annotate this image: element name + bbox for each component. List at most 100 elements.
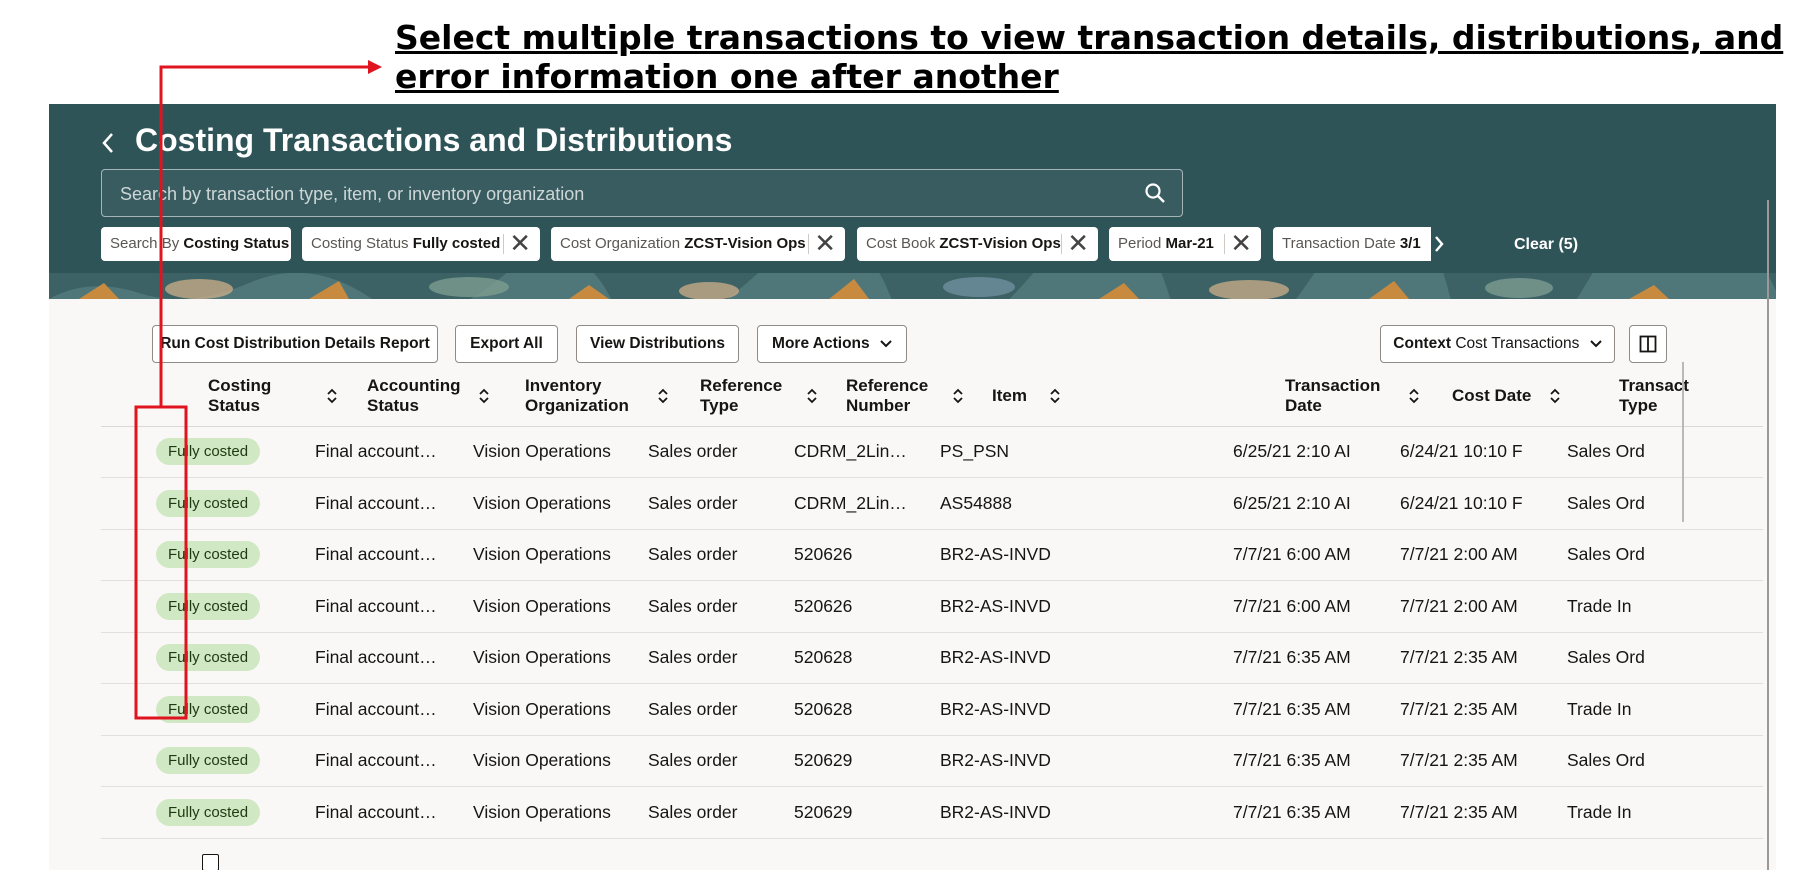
table-row[interactable]: Fully costed Final account… Vision Operati… xyxy=(101,581,1763,633)
table-row[interactable]: Fully costed Final account… Vision Operati… xyxy=(101,529,1763,581)
chip-separator xyxy=(1224,234,1225,254)
column-header[interactable]: Inventory Organization xyxy=(525,376,629,416)
search-icon[interactable] xyxy=(1144,182,1166,204)
status-badge: Fully costed xyxy=(156,489,261,517)
table-row[interactable]: Fully costed Final account… Vision Operati… xyxy=(101,478,1763,530)
table-header: Costing Status Accounting Status Inventory Or… xyxy=(101,366,1763,427)
column-header-line: Status xyxy=(367,396,419,415)
annotation-arrowhead xyxy=(368,60,382,74)
chip-separator xyxy=(1061,234,1062,254)
context-selector[interactable]: Context Cost Transactions xyxy=(1380,325,1615,363)
table-row[interactable]: Fully costed Final account… Vision Operati… xyxy=(101,632,1763,684)
column-header[interactable]: Reference Number xyxy=(846,376,928,416)
table-row[interactable]: Fully costed Final account… Vision Operati… xyxy=(101,787,1763,839)
chip-cost-book[interactable]: Cost Book ZCST-Vision Ops ✕ xyxy=(857,227,1098,261)
chevron-down-icon xyxy=(1589,340,1602,348)
cell-transaction-type: Sales Ord xyxy=(1567,647,1645,667)
column-header[interactable]: Reference Type xyxy=(700,376,782,416)
column-header-line: Date xyxy=(1285,396,1322,415)
column-header-line: Reference xyxy=(846,376,929,395)
column-header-line: Costing xyxy=(208,376,272,395)
cell-transaction-date: 7/7/21 6:35 AM xyxy=(1233,750,1351,770)
cell-transaction-type: Sales Ord xyxy=(1567,750,1645,770)
column-header[interactable]: Accounting Status xyxy=(367,376,461,416)
column-header[interactable]: Transact Type xyxy=(1619,376,1689,416)
view-distributions-button[interactable]: View Distributions xyxy=(576,325,739,363)
back-chevron-icon[interactable] xyxy=(97,122,125,162)
cell-reference-type xyxy=(648,838,788,870)
sort-icon[interactable] xyxy=(1049,387,1061,405)
status-badge: Fully costed xyxy=(156,695,261,723)
column-header[interactable]: Transaction Date xyxy=(1285,376,1380,416)
cell-transaction-date: 7/7/21 6:35 AM xyxy=(1233,647,1351,667)
chip-value: Mar-21 xyxy=(1165,235,1214,252)
search-field[interactable] xyxy=(101,169,1183,218)
close-icon[interactable]: ✕ xyxy=(1067,227,1089,259)
table-row[interactable]: Fully costed Final account… Vision Operati… xyxy=(101,735,1763,787)
cell-transaction-type: Sales Ord xyxy=(1567,492,1645,513)
export-all-button[interactable]: Export All xyxy=(455,325,558,363)
cell-item: BR2-AS-INVD xyxy=(940,595,1051,616)
column-header-line: Accounting xyxy=(367,376,461,395)
sort-icon[interactable] xyxy=(806,387,818,405)
cell-accounting-status: Final account… xyxy=(315,441,437,461)
chip-transaction-date[interactable]: Transaction Date 3/1 xyxy=(1273,227,1431,261)
cell-reference-number: CDRM_2Lin… xyxy=(794,441,907,461)
cell-reference-number: 520628 xyxy=(794,698,853,719)
chip-search-by[interactable]: Search By Costing Status xyxy=(101,227,291,261)
sort-icon[interactable] xyxy=(952,387,964,405)
column-header[interactable]: Item xyxy=(992,386,1027,406)
row-checkbox[interactable] xyxy=(202,854,219,870)
context-value: Cost Transactions xyxy=(1455,335,1580,352)
cell-accounting-status: Final account… xyxy=(315,801,437,822)
cell-reference-number: 520628 xyxy=(794,647,853,667)
column-layout-button[interactable] xyxy=(1629,325,1667,363)
page-scrollbar[interactable] xyxy=(1767,200,1769,870)
costing-app: Costing Transactions and Distributions S… xyxy=(49,104,1776,870)
close-icon[interactable]: ✕ xyxy=(1230,227,1252,259)
chevron-right-icon[interactable] xyxy=(1433,228,1445,263)
sort-icon[interactable] xyxy=(1549,387,1561,405)
cell-cost-date: 7/7/21 2:35 AM xyxy=(1400,698,1518,719)
cell-transaction-type: Sales Ord xyxy=(1567,441,1645,461)
header-pattern xyxy=(49,273,1776,299)
cell-reference-type: Sales order xyxy=(648,750,738,770)
chip-costing-status[interactable]: Costing Status Fully costed ✕ xyxy=(302,227,540,261)
cell-inventory-org: Vision Operations xyxy=(473,647,611,667)
cell-transaction-type: Trade In xyxy=(1567,698,1632,719)
chip-cost-organization[interactable]: Cost Organization ZCST-Vision Ops ✕ xyxy=(551,227,845,261)
column-header[interactable]: Cost Date xyxy=(1452,386,1531,406)
sort-icon[interactable] xyxy=(657,387,669,405)
cell-accounting-status: Final account… xyxy=(315,750,437,770)
clear-filters-link[interactable]: Clear (5) xyxy=(1514,228,1578,262)
cell-reference-type: Sales order xyxy=(648,595,738,616)
column-header-line: Reference xyxy=(700,376,783,395)
chip-period[interactable]: Period Mar-21 ✕ xyxy=(1109,227,1261,261)
run-report-button[interactable]: Run Cost Distribution Details Report xyxy=(152,325,438,363)
more-actions-label: More Actions xyxy=(772,335,870,352)
cell-item: BR2-AS-INVD xyxy=(940,647,1051,667)
sort-icon[interactable] xyxy=(1408,387,1420,405)
table-scrollbar[interactable] xyxy=(1682,362,1684,522)
cell-transaction-date: 6/25/21 2:10 AI xyxy=(1233,492,1351,513)
cell-cost-date: 6/24/21 10:10 F xyxy=(1400,441,1523,461)
cell-reference-type: Sales order xyxy=(648,647,738,667)
close-icon[interactable]: ✕ xyxy=(509,227,531,259)
chip-value: 3/1 xyxy=(1399,235,1421,252)
table-row[interactable]: Fully costed Final account… Vision Operati… xyxy=(101,684,1763,736)
table-row[interactable]: Fully costed Final account… Vision Operati… xyxy=(101,426,1763,478)
chip-value: Fully costed xyxy=(412,235,501,252)
cell-transaction-date xyxy=(1233,838,1383,870)
column-header[interactable]: Costing Status xyxy=(208,376,271,416)
status-badge: Fully costed xyxy=(156,438,261,465)
table-row[interactable] xyxy=(101,838,1763,870)
sort-icon[interactable] xyxy=(478,387,490,405)
search-input[interactable] xyxy=(118,170,1122,218)
chip-label: Cost Organization xyxy=(560,235,681,252)
filter-chips: Search By Costing Status Costing Status … xyxy=(101,227,1601,261)
cell-transaction-type: Sales Ord xyxy=(1567,544,1645,564)
column-header-line: Transact xyxy=(1619,376,1689,395)
sort-icon[interactable] xyxy=(326,387,338,405)
close-icon[interactable]: ✕ xyxy=(814,227,836,259)
more-actions-button[interactable]: More Actions xyxy=(757,325,907,363)
